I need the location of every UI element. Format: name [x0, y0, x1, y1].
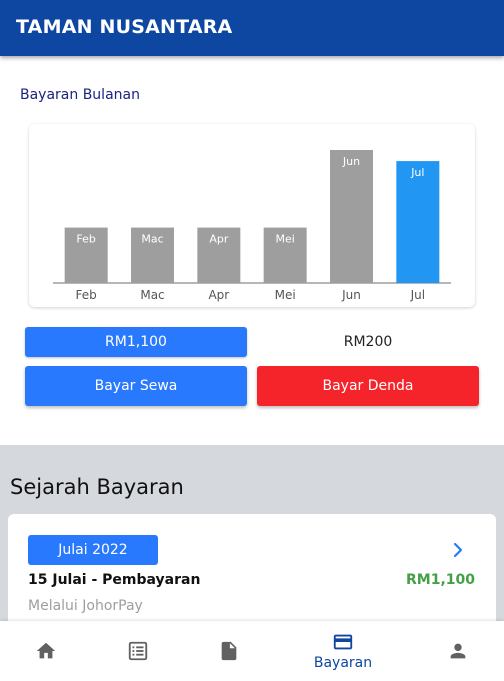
monthly-payment-title: Bayaran Bulanan [20, 87, 140, 103]
bar-chart: Feb Feb Mac Mac Apr Apr Mei Mei Jun Jun Jul Jul [53, 150, 451, 302]
credit-card-icon [333, 634, 353, 650]
bar-label-feb: Feb [76, 233, 95, 246]
monthly-payment-chart: Feb Feb Mac Mac Apr Apr Mei Mei Jun Jun Jul Jul [29, 124, 475, 307]
app-bar: TAMAN NUSANTARA [0, 0, 504, 56]
fine-amount-label: RM200 [343, 334, 393, 350]
bar-label-jul: Jul [410, 166, 424, 179]
bar-label-jun: Jun [342, 155, 360, 168]
nav-bayaran[interactable]: Bayaran [303, 621, 383, 681]
chevron-right-icon[interactable] [448, 540, 468, 560]
bar-label-mei: Mei [276, 233, 295, 246]
document-icon [221, 641, 237, 661]
nav-bayaran-label: Bayaran [313, 655, 373, 671]
history-entry-amount: RM1,100 [406, 572, 475, 588]
pay-fine-button[interactable]: Bayar Denda [257, 366, 479, 406]
amount-due-button[interactable]: RM1,100 [25, 327, 247, 357]
bar-label-apr: Apr [209, 233, 229, 246]
pay-rent-button[interactable]: Bayar Sewa [25, 366, 247, 406]
month-chip: Julai 2022 [28, 535, 158, 565]
x-tick-label-apr: Apr [208, 288, 229, 302]
home-icon [36, 642, 56, 659]
bar-jun[interactable] [330, 150, 373, 283]
x-tick-label-mei: Mei [275, 288, 296, 302]
nav-home[interactable] [16, 621, 76, 681]
nav-list[interactable] [108, 621, 168, 681]
bar-jul[interactable] [396, 161, 440, 283]
app-title: TAMAN NUSANTARA [16, 16, 233, 38]
history-entry-title: 15 Julai - Pembayaran [28, 572, 201, 588]
person-icon [450, 643, 466, 659]
x-tick-label-jun: Jun [341, 288, 361, 302]
payment-history-title: Sejarah Bayaran [10, 475, 184, 499]
bottom-navigation: Bayaran [0, 621, 504, 681]
bar-label-mac: Mac [141, 233, 163, 246]
list-icon [128, 641, 148, 661]
x-tick-label-mac: Mac [140, 288, 164, 302]
history-entry-method: Melalui JohorPay [28, 598, 143, 614]
nav-document[interactable] [199, 621, 259, 681]
x-tick-label-jul: Jul [410, 288, 425, 302]
nav-profile[interactable] [428, 621, 488, 681]
x-tick-label-feb: Feb [76, 288, 97, 302]
